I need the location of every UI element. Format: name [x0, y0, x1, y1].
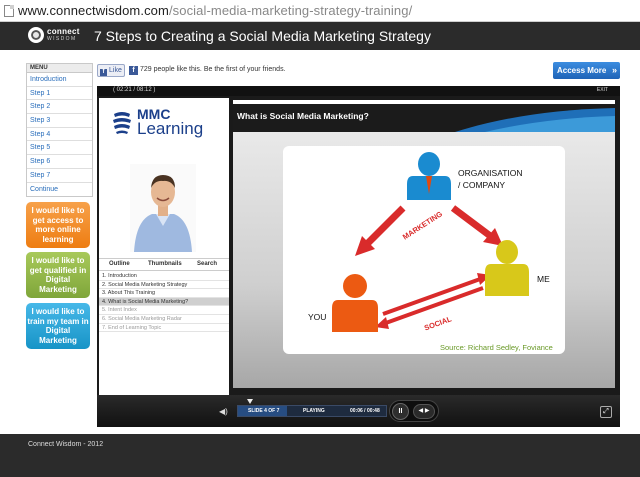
- organisation-figure-icon: [407, 152, 451, 200]
- sidebar-item-step-6[interactable]: Step 6: [27, 155, 92, 169]
- promo-online-learning-button[interactable]: I would like to get access to more onlin…: [26, 202, 90, 248]
- sidebar-menu: MENU Introduction Step 1 Step 2 Step 3 S…: [26, 63, 93, 198]
- organisation-label: ORGANISATION: [458, 168, 523, 178]
- prev-next-buttons[interactable]: ◀ ▶: [413, 404, 435, 419]
- you-figure-icon: [332, 274, 378, 332]
- slide-source: Source: Richard Sedley, Foviance: [440, 343, 553, 352]
- sidebar-item-step-3[interactable]: Step 3: [27, 114, 92, 128]
- fullscreen-icon[interactable]: ⤢: [600, 406, 612, 418]
- course-player: ( 02:21 / 08:12 ) EXIT MMC Learning Outl…: [97, 86, 620, 427]
- outline-item[interactable]: 2. Social Media Marketing Strategy: [99, 281, 229, 290]
- player-time-display: ( 02:21 / 08:12 ): [113, 87, 156, 93]
- connect-wisdom-logo[interactable]: connect WISDOM: [28, 26, 88, 46]
- logo-text-learning: Learning: [137, 119, 204, 138]
- slide-body: ORGANISATION / COMPANY ME YOU MARKETING …: [233, 132, 615, 388]
- facebook-like-button[interactable]: f Like: [97, 64, 125, 77]
- thumbs-up-icon: f: [100, 69, 107, 76]
- tab-thumbnails[interactable]: Thumbnails: [148, 261, 182, 267]
- outline-item[interactable]: 5. Intent Index: [99, 306, 229, 315]
- mmc-learning-logo: MMC Learning: [111, 106, 221, 146]
- sidebar-item-step-7[interactable]: Step 7: [27, 169, 92, 183]
- playback-status: PLAYING: [303, 408, 325, 414]
- panel-tabs: Outline Thumbnails Search: [99, 258, 229, 271]
- company-label: / COMPANY: [458, 180, 506, 190]
- slide-title-bar: What is Social Media Marketing?: [233, 104, 615, 132]
- double-chevron-right-icon: »: [611, 65, 617, 75]
- mmc-logo-mark-icon: [113, 112, 131, 134]
- like-count-text: 729 people like this. Be the first of yo…: [140, 66, 286, 73]
- me-label: ME: [537, 274, 550, 284]
- outline-item[interactable]: 1. Introduction: [99, 272, 229, 281]
- pause-button[interactable]: II: [392, 403, 409, 420]
- slide-timecode: 00:06 / 00:48: [350, 408, 380, 414]
- player-top-bar: ( 02:21 / 08:12 ) EXIT: [97, 86, 620, 96]
- access-more-label: Access More: [557, 66, 607, 75]
- like-label: Like: [109, 67, 122, 74]
- url-text[interactable]: www.connectwisdom.com/social-media-marke…: [18, 3, 412, 18]
- presenter-image: [130, 164, 196, 252]
- footer-text: Connect Wisdom - 2012: [28, 441, 104, 448]
- outline-item[interactable]: 6. Social Media Marketing Radar: [99, 315, 229, 324]
- sidebar-item-step-2[interactable]: Step 2: [27, 100, 92, 115]
- browser-url-bar[interactable]: www.connectwisdom.com/social-media-marke…: [0, 0, 640, 22]
- player-controls: ◀) SLIDE 4 OF 7 PLAYING 00:06 / 00:48 II…: [97, 395, 620, 427]
- logo-circle-icon: [28, 27, 44, 43]
- slide-area: What is Social Media Marketing? ORGANISA…: [233, 100, 615, 388]
- access-more-button[interactable]: Access More »: [553, 62, 620, 79]
- diagram-card: ORGANISATION / COMPANY ME YOU MARKETING …: [283, 146, 565, 354]
- sidebar-item-step-4[interactable]: Step 4: [27, 128, 92, 142]
- outline-item[interactable]: 7. End of Learning Topic: [99, 324, 229, 333]
- tab-outline[interactable]: Outline: [109, 261, 130, 267]
- logo-line2: WISDOM: [47, 36, 77, 42]
- volume-icon[interactable]: ◀): [219, 407, 229, 417]
- site-header: connect WISDOM 7 Steps to Creating a Soc…: [0, 22, 640, 50]
- logo-line1: connect: [47, 27, 80, 36]
- facebook-icon: f: [129, 66, 138, 75]
- page-title: 7 Steps to Creating a Social Media Marke…: [94, 28, 431, 44]
- promo-get-qualified-button[interactable]: I would like to get qualified in Digital…: [26, 252, 90, 298]
- outline-list: 1. Introduction 2. Social Media Marketin…: [99, 272, 229, 333]
- me-figure-icon: [485, 240, 529, 296]
- outline-item-active[interactable]: 4. What is Social Media Marketing?: [99, 297, 229, 307]
- sidebar-item-step-1[interactable]: Step 1: [27, 87, 92, 101]
- progress-bar[interactable]: SLIDE 4 OF 7 PLAYING 00:06 / 00:48: [237, 405, 387, 417]
- player-side-panel: MMC Learning Outline Thumbnails Search 1…: [99, 98, 229, 398]
- sidebar-item-introduction[interactable]: Introduction: [27, 73, 92, 87]
- slide-title: What is Social Media Marketing?: [237, 111, 369, 121]
- sidebar-item-continue[interactable]: Continue: [27, 183, 92, 197]
- promo-train-team-button[interactable]: I would like to train my team in Digital…: [26, 303, 90, 349]
- exit-button[interactable]: EXIT: [597, 87, 608, 93]
- page-icon: [4, 5, 14, 17]
- slide-title-wave-graphic: [455, 108, 615, 132]
- progress-marker-icon[interactable]: [247, 399, 253, 404]
- menu-heading: MENU: [27, 64, 92, 73]
- you-label: YOU: [308, 312, 327, 322]
- slide-counter: SLIDE 4 OF 7: [248, 408, 280, 414]
- site-footer: Connect Wisdom - 2012: [0, 434, 640, 477]
- playback-controls: II ◀ ▶: [389, 400, 439, 422]
- sidebar-item-step-5[interactable]: Step 5: [27, 141, 92, 156]
- outline-item[interactable]: 3. About This Training: [99, 289, 229, 298]
- tab-search[interactable]: Search: [197, 261, 217, 267]
